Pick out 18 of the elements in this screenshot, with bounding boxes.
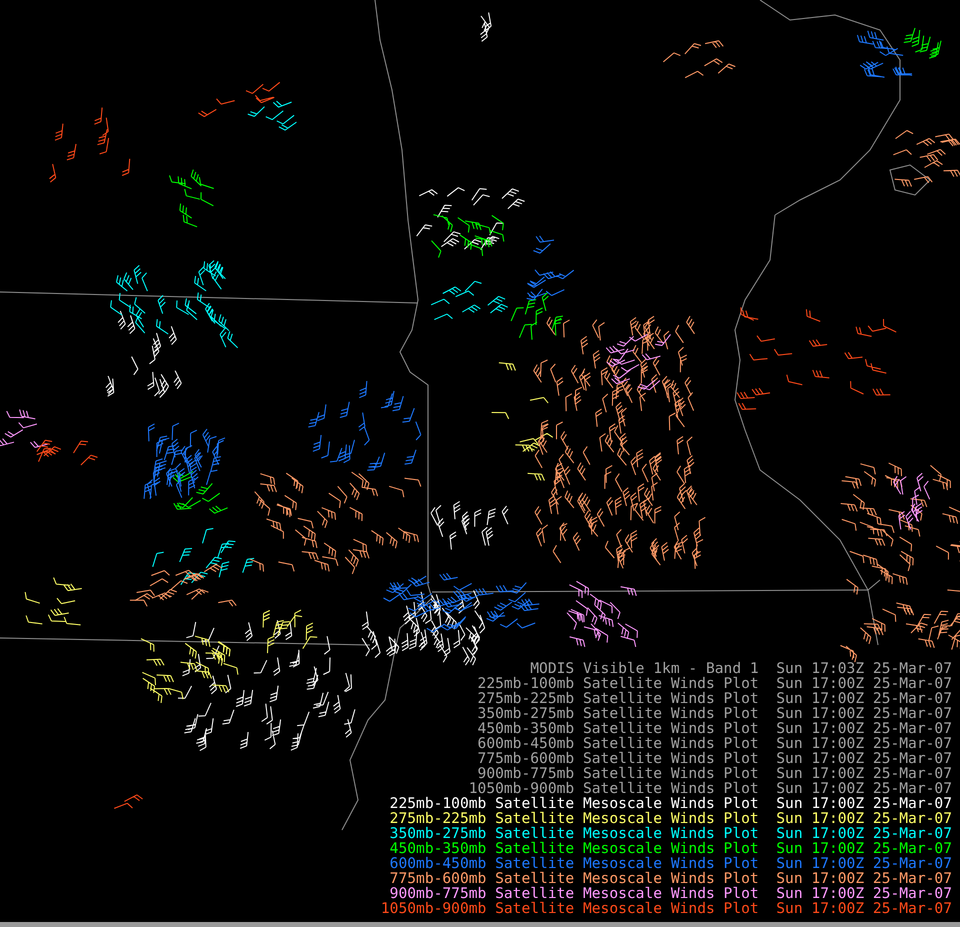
legend-line: 350mb-275mb Satellite Mesoscale Winds Plot Sun 17:00Z 25-Mar-07 (390, 826, 952, 841)
legend-line: 775mb-600mb Satellite Winds Plot Sun 17:00Z 25-Mar-07 (478, 751, 952, 766)
legend-line: 225mb-100mb Satellite Mesoscale Winds Plot Sun 17:00Z 25-Mar-07 (390, 796, 952, 811)
legend-line: 225mb-100mb Satellite Winds Plot Sun 17:00Z 25-Mar-07 (478, 676, 952, 691)
legend-line: 600mb-450mb Satellite Mesoscale Winds Plot Sun 17:00Z 25-Mar-07 (390, 856, 952, 871)
legend-line: 275mb-225mb Satellite Mesoscale Winds Plot Sun 17:00Z 25-Mar-07 (390, 811, 952, 826)
scrollbar[interactable] (0, 922, 960, 927)
legend-line: MODIS Visible 1km - Band 1 Sun 17:03Z 25-Mar-07 (530, 661, 952, 676)
legend-line: 1050mb-900mb Satellite Winds Plot Sun 17:00Z 25-Mar-07 (468, 781, 952, 796)
legend-line: 350mb-275mb Satellite Winds Plot Sun 17:00Z 25-Mar-07 (478, 706, 952, 721)
legend-line: 900mb-775mb Satellite Winds Plot Sun 17:00Z 25-Mar-07 (478, 766, 952, 781)
legend-line: 775mb-600mb Satellite Mesoscale Winds Plot Sun 17:00Z 25-Mar-07 (390, 871, 952, 886)
legend-line: 600mb-450mb Satellite Winds Plot Sun 17:00Z 25-Mar-07 (478, 736, 952, 751)
legend-line: 450mb-350mb Satellite Mesoscale Winds Plot Sun 17:00Z 25-Mar-07 (390, 841, 952, 856)
legend-line: 900mb-775mb Satellite Mesoscale Winds Plot Sun 17:00Z 25-Mar-07 (390, 886, 952, 901)
legend-line: 1050mb-900mb Satellite Mesoscale Winds Plot Sun 17:00Z 25-Mar-07 (380, 901, 952, 916)
legend-line: 450mb-350mb Satellite Winds Plot Sun 17:00Z 25-Mar-07 (478, 721, 952, 736)
legend-line: 275mb-225mb Satellite Winds Plot Sun 17:00Z 25-Mar-07 (478, 691, 952, 706)
